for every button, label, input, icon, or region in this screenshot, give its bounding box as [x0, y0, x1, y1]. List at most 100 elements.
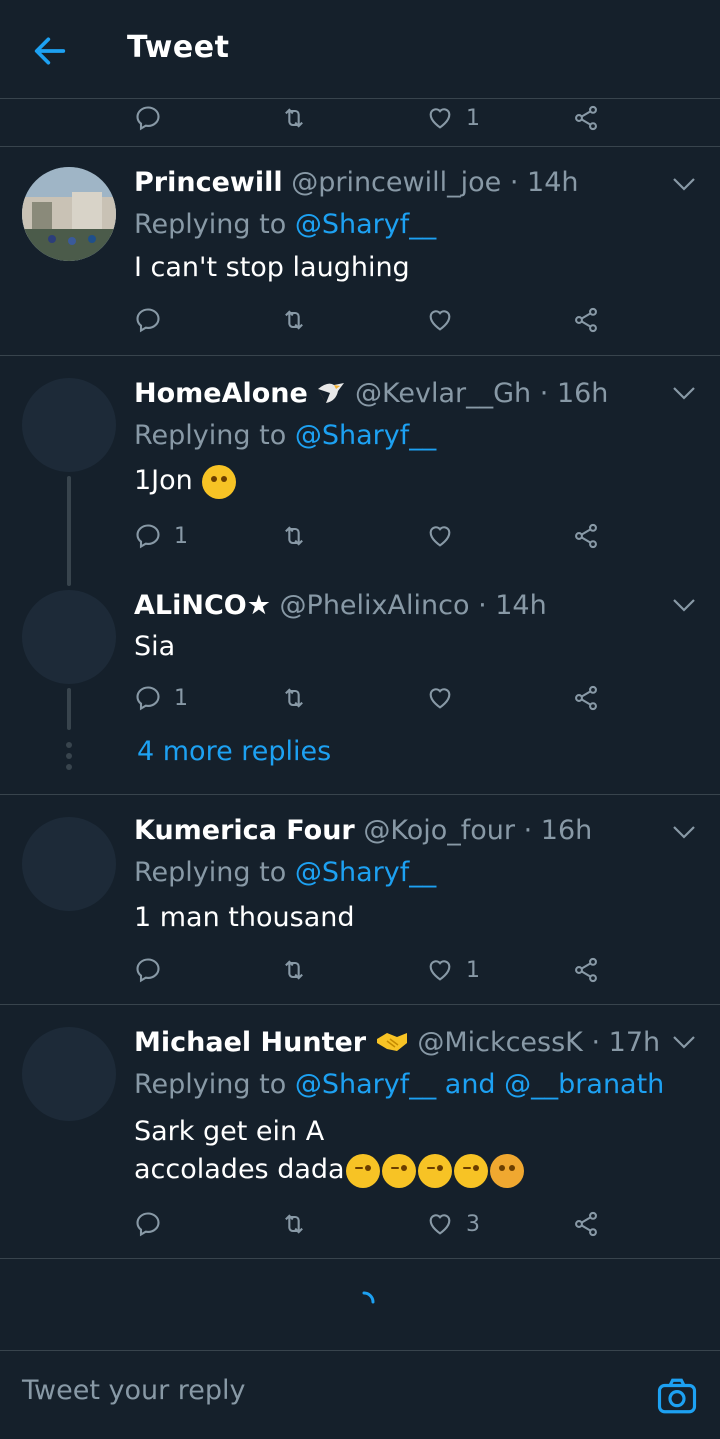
replying-to: Replying to @Sharyf__ — [134, 209, 436, 240]
share-button[interactable] — [572, 300, 600, 340]
tweet-text: 1Jon — [134, 465, 193, 496]
share-icon — [575, 1211, 597, 1237]
like-button[interactable] — [426, 678, 466, 718]
avatar[interactable] — [22, 167, 116, 261]
heart-icon — [429, 1214, 451, 1235]
retweet-button[interactable] — [280, 300, 308, 340]
share-button[interactable] — [572, 678, 600, 718]
reply-count: 1 — [174, 523, 188, 549]
display-name[interactable]: HomeAlone — [134, 378, 308, 409]
replying-to-link[interactable]: @Sharyf__ — [295, 209, 436, 240]
share-button[interactable] — [572, 1204, 600, 1244]
reply-tweet[interactable]: Princewill @princewill_joe · 14h Replyin… — [0, 147, 720, 356]
loading-spinner-icon — [362, 1291, 375, 1304]
reply-button[interactable] — [134, 1204, 174, 1244]
reply-button[interactable]: 1 — [134, 516, 188, 556]
thread-dots — [66, 742, 72, 775]
like-button[interactable] — [426, 516, 466, 556]
reply-icon — [136, 958, 160, 983]
replying-prefix: Replying to — [134, 857, 287, 888]
like-button[interactable] — [426, 300, 466, 340]
reply-icon — [136, 106, 160, 131]
eagle-emoji-icon — [318, 383, 345, 403]
like-count: 1 — [466, 105, 480, 131]
action-bar — [134, 300, 614, 340]
tweet-header: Kumerica Four @Kojo_four · 16h — [134, 815, 592, 846]
handle: @MickcessK — [417, 1027, 583, 1058]
retweet-button[interactable] — [280, 516, 308, 556]
winking-emoji-icon — [381, 1153, 416, 1188]
avatar[interactable] — [22, 1027, 116, 1121]
replying-prefix: Replying to — [134, 1069, 287, 1100]
replying-to-link[interactable]: @Sharyf__ — [295, 420, 436, 451]
display-name[interactable]: ALiNCO★ — [134, 590, 271, 621]
main-tweet-actions: 1 — [0, 98, 720, 147]
reply-button[interactable] — [134, 300, 174, 340]
dot-separator: · — [591, 1027, 601, 1058]
reply-button[interactable]: 1 — [134, 678, 188, 718]
chevron-down-icon[interactable] — [670, 175, 698, 193]
share-icon — [575, 307, 597, 333]
display-name[interactable]: Princewill — [134, 167, 283, 198]
avatar-photo — [22, 167, 116, 261]
chevron-down-icon[interactable] — [670, 384, 698, 402]
reply-count: 1 — [174, 685, 188, 711]
handshake-emoji-icon — [376, 1033, 407, 1051]
chevron-down-icon[interactable] — [670, 596, 698, 614]
retweet-button[interactable] — [280, 98, 308, 138]
back-arrow-icon[interactable] — [30, 31, 70, 71]
reply-icon — [136, 686, 160, 711]
like-button[interactable]: 1 — [426, 950, 480, 990]
dot-separator: · — [509, 167, 519, 198]
reply-button[interactable] — [134, 950, 174, 990]
avatar[interactable] — [22, 590, 116, 684]
replying-to-link[interactable]: @Sharyf__ — [295, 857, 436, 888]
reply-tweet[interactable]: Kumerica Four @Kojo_four · 16h Replying … — [0, 795, 720, 1005]
thread-connector — [67, 688, 71, 730]
display-name[interactable]: Kumerica Four — [134, 815, 355, 846]
timestamp: 16h — [556, 378, 609, 409]
dot-separator: · — [523, 815, 533, 846]
laughing-emoji-icon — [202, 464, 237, 499]
retweet-button[interactable] — [280, 950, 308, 990]
retweet-button[interactable] — [280, 678, 308, 718]
winking-emoji-icon — [453, 1153, 488, 1188]
chevron-down-icon[interactable] — [670, 823, 698, 841]
tweet-header: Princewill @princewill_joe · 14h — [134, 167, 578, 198]
heart-icon — [429, 960, 451, 981]
like-button[interactable]: 1 — [426, 98, 480, 138]
heart-icon — [429, 526, 451, 547]
reply-icon — [136, 524, 160, 549]
tweet-header: ALiNCO★ @PhelixAlinco · 14h — [134, 590, 547, 621]
tweet-header: HomeAlone @Kevlar__Gh · 16h — [134, 378, 608, 409]
display-name[interactable]: Michael Hunter — [134, 1027, 366, 1058]
reply-button[interactable] — [134, 98, 162, 138]
avatar[interactable] — [22, 817, 116, 911]
camera-icon[interactable] — [656, 1375, 698, 1417]
more-replies-link[interactable]: 4 more replies — [137, 736, 331, 767]
handle: @princewill_joe — [291, 167, 502, 198]
reply-icon — [136, 1212, 160, 1237]
heart-icon — [429, 310, 451, 331]
share-button[interactable] — [572, 98, 600, 138]
chevron-down-icon[interactable] — [670, 1033, 698, 1051]
share-icon — [575, 957, 597, 983]
replying-to-link[interactable]: @Sharyf__ and @__branath — [295, 1069, 664, 1100]
replying-to: Replying to @Sharyf__ — [134, 420, 436, 451]
reply-tweet[interactable]: Michael Hunter @MickcessK · 17h Replying… — [0, 1005, 720, 1259]
thread-connector — [67, 476, 71, 586]
avatar[interactable] — [22, 378, 116, 472]
reply-composer[interactable]: Tweet your reply — [0, 1350, 720, 1439]
dot-separator: · — [478, 590, 487, 621]
reply-input[interactable]: Tweet your reply — [22, 1375, 246, 1406]
share-button[interactable] — [572, 950, 600, 990]
share-button[interactable] — [572, 516, 600, 556]
share-icon — [575, 685, 597, 711]
retweet-button[interactable] — [280, 1204, 308, 1244]
like-button[interactable]: 3 — [426, 1204, 480, 1244]
retweet-icon — [285, 108, 303, 128]
tweet-text: 1 man thousand — [134, 902, 355, 933]
action-bar: 1 — [134, 516, 614, 556]
shushing-face-emoji-icon — [489, 1153, 524, 1188]
retweet-icon — [285, 310, 303, 330]
